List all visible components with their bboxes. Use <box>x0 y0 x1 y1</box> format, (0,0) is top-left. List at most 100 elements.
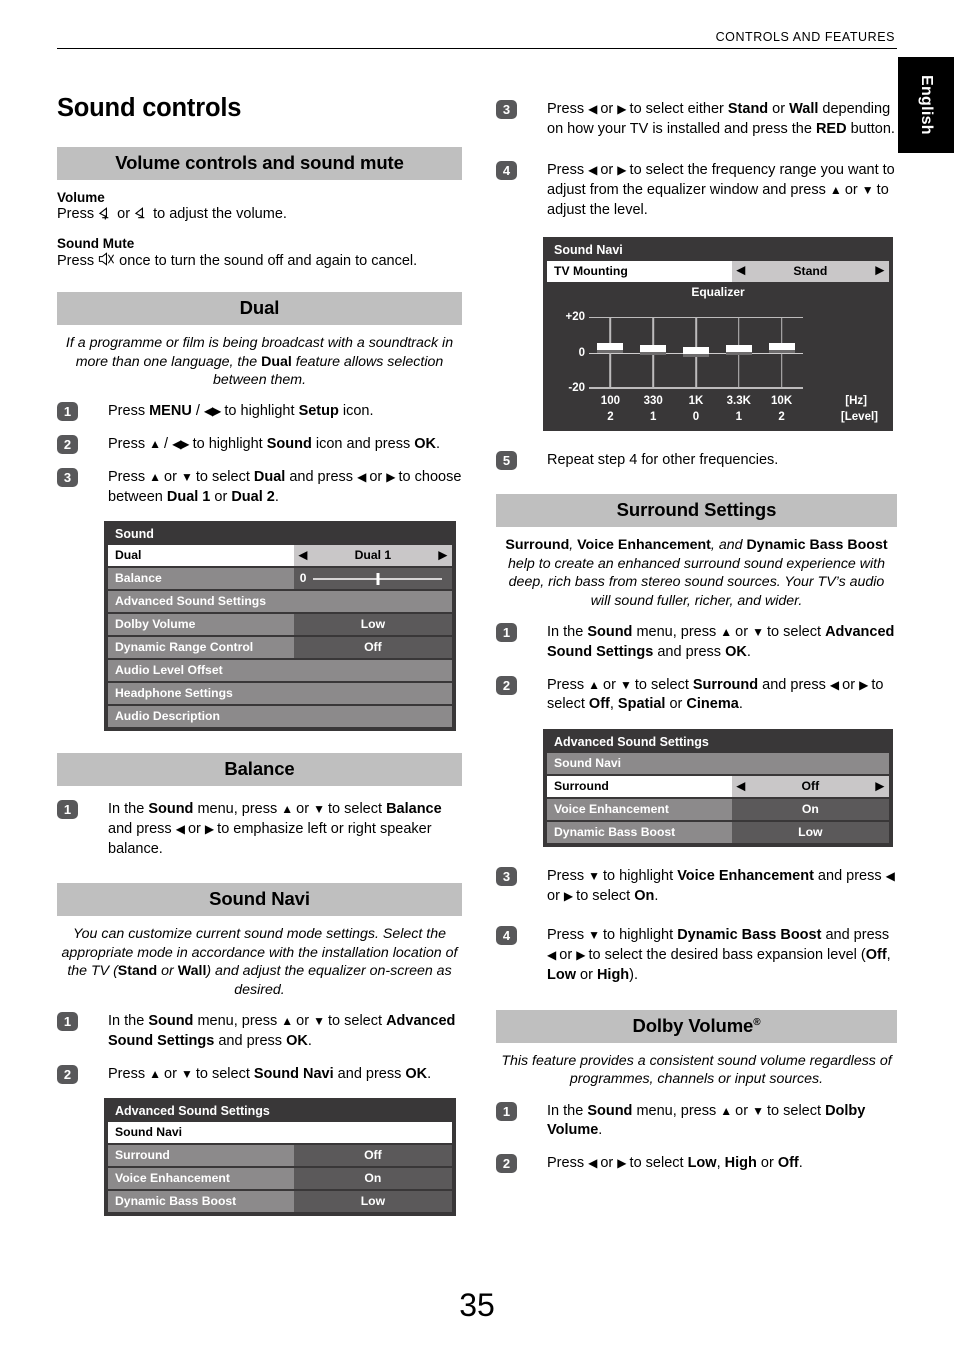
dual-steps: 1 Press MENU / ◀▶ to highlight Setup ico… <box>57 402 462 507</box>
equalizer-screenshot: Sound Navi TV Mounting ◀ Stand ▶ Equaliz… <box>543 236 893 431</box>
step-item: 2 Press ▲ or ▼ to select Surround and pr… <box>496 675 897 715</box>
volume-or-text: or <box>117 206 131 222</box>
step-item: 1 In the Sound menu, press ▲ or ▼ to sel… <box>496 1101 897 1141</box>
osd-row-value: On <box>293 1168 452 1190</box>
osd-title: Advanced Sound Settings <box>554 735 709 749</box>
mute-cancel-text: once to turn the sound off and again to … <box>119 252 418 269</box>
osd-row-value: On <box>731 799 889 820</box>
language-tab-label: English <box>918 75 935 135</box>
step-text: Press ▲ or ▼ to select Sound Navi and pr… <box>108 1065 432 1082</box>
osd-row-dynamic-range-control[interactable]: Dynamic Range Control Off <box>108 637 452 659</box>
chevron-right-icon: ▶ <box>875 780 884 792</box>
osd-row-label: Dynamic Bass Boost <box>547 822 732 843</box>
equalizer-level-label: 0 <box>692 410 700 423</box>
osd-row-label: Dynamic Bass Boost <box>108 1191 294 1213</box>
osd-row-audio-description[interactable]: Audio Description <box>108 706 452 728</box>
advanced-sound-settings-screenshot-right: Advanced Sound Settings Sound Navi Surro… <box>543 729 893 847</box>
osd-row-label: Voice Enhancement <box>547 799 732 820</box>
dual-intro-bold: Dual <box>261 353 292 370</box>
step-item: 5 Repeat step 4 for other frequencies. <box>496 450 897 471</box>
step-item: 1 In the Sound menu, press ▲ or ▼ to sel… <box>57 800 462 859</box>
osd-row-voice-enhancement[interactable]: Voice Enhancement On <box>547 799 889 820</box>
step-item: 3 Press ▼ to highlight Voice Enhancement… <box>496 867 897 906</box>
balance-slider-track[interactable] <box>313 572 442 585</box>
osd-row-label: Headphone Settings <box>108 683 452 705</box>
osd-row-value-wrap: ◀ Stand ▶ <box>731 260 889 282</box>
volume-instruction: Press or to adjust the volume. <box>57 205 462 226</box>
osd-row-voice-enhancement[interactable]: Voice Enhancement On <box>108 1168 452 1190</box>
osd-row-sound-navi[interactable]: Sound Navi <box>547 753 889 774</box>
step-item: 1 In the Sound menu, press ▲ or ▼ to sel… <box>57 1012 462 1051</box>
page-number: 35 <box>459 1287 495 1323</box>
step-text: Repeat step 4 for other frequencies. <box>547 451 779 468</box>
step-text: Press ◀ or ▶ to select the frequency ran… <box>547 162 895 218</box>
osd-row-advanced-sound-settings[interactable]: Advanced Sound Settings <box>108 591 452 613</box>
osd-row-label: Dual <box>108 545 294 567</box>
section-band-surround-settings: Surround Settings <box>496 494 897 528</box>
osd-row-dynamic-bass-boost[interactable]: Dynamic Bass Boost Low <box>108 1191 452 1213</box>
equalizer-frequency-ticks: 100 330 1K 3.3K 10K <box>589 395 803 410</box>
mute-icon <box>98 251 115 273</box>
equalizer-knob[interactable] <box>683 346 709 354</box>
osd-row-surround[interactable]: Surround Off <box>108 1145 452 1167</box>
sound-menu-screenshot: Sound Dual ◀ Dual 1 ▶ Balance 0 Advanced… <box>104 521 456 732</box>
osd-row-label: Sound Navi <box>108 1122 452 1144</box>
osd-row-label: Audio Description <box>108 706 452 728</box>
step-badge: 3 <box>496 867 517 886</box>
equalizer-knob[interactable] <box>640 344 667 352</box>
running-head: CONTROLS AND FEATURES <box>715 30 895 44</box>
equalizer-knob[interactable] <box>768 342 795 350</box>
osd-row-value: Low <box>293 614 452 636</box>
section-band-dual: Dual <box>57 292 462 326</box>
equalizer-y-mid: 0 <box>578 346 585 359</box>
osd-row-value: Low <box>293 1191 452 1213</box>
osd-row-tv-mounting[interactable]: TV Mounting ◀ Stand ▶ <box>547 260 889 282</box>
osd-row-dolby-volume[interactable]: Dolby Volume Low <box>108 614 452 636</box>
advanced-sound-settings-screenshot-left: Advanced Sound Settings Sound Navi Surro… <box>104 1098 456 1217</box>
osd-row-surround[interactable]: Surround ◀ Off ▶ <box>547 776 889 797</box>
osd-row-value-wrap: ◀ Dual 1 ▶ <box>293 545 452 567</box>
dual-intro: If a programme or film is being broadcas… <box>59 334 460 389</box>
sound-navi-intro: You can customize current sound mode set… <box>61 926 458 998</box>
dolby-volume-title: Dolby Volume <box>632 1014 754 1036</box>
chevron-right-icon: ▶ <box>875 264 884 277</box>
step-badge: 3 <box>496 100 517 119</box>
osd-row-value: Off <box>801 779 820 793</box>
osd-row-dynamic-bass-boost[interactable]: Dynamic Bass Boost Low <box>547 822 889 843</box>
dolby-intro: This feature provides a consistent sound… <box>501 1052 892 1088</box>
equalizer-knob[interactable] <box>725 344 752 352</box>
step-text: Press ◀ or ▶ to select either Stand or W… <box>547 101 895 137</box>
osd-row-label: Dynamic Range Control <box>108 637 294 659</box>
step-item: 2 Press ◀ or ▶ to select Low, High or Of… <box>496 1153 897 1174</box>
equalizer-frequency-label: 330 <box>643 394 663 407</box>
osd-row-headphone-settings[interactable]: Headphone Settings <box>108 683 452 705</box>
osd-row-label: Advanced Sound Settings <box>108 591 452 613</box>
step-text: Press ▲ or ▼ to select Dual and press ◀ … <box>108 468 462 505</box>
osd-row-dual[interactable]: Dual ◀ Dual 1 ▶ <box>108 545 452 567</box>
right-column: 3 Press ◀ or ▶ to select either Stand or… <box>496 86 897 1174</box>
volume-adjust-text: to adjust the volume. <box>153 206 287 222</box>
osd-row-sound-navi[interactable]: Sound Navi <box>108 1122 452 1144</box>
language-tab: English <box>898 57 954 153</box>
section-band-volume: Volume controls and sound mute <box>57 147 462 180</box>
chevron-left-icon: ◀ <box>736 780 746 792</box>
equalizer-level-values: 2 1 0 1 2 <box>589 411 803 425</box>
volume-down-icon <box>134 205 149 226</box>
step-badge: 2 <box>57 1064 78 1084</box>
mute-press-text: Press <box>57 252 95 269</box>
balance-slider-knob[interactable] <box>376 572 380 585</box>
osd-row-balance[interactable]: Balance 0 <box>108 568 452 590</box>
equalizer-caption: Equalizer <box>691 284 745 299</box>
chevron-right-icon: ▶ <box>438 549 447 562</box>
step-item: 2 Press ▲ or ▼ to select Sound Navi and … <box>57 1064 462 1085</box>
balance-value: 0 <box>299 571 307 586</box>
osd-row-value: Off <box>293 637 452 659</box>
step-text: Press ▼ to highlight Voice Enhancement a… <box>547 868 895 904</box>
step-badge: 2 <box>496 1153 517 1173</box>
equalizer-knob[interactable] <box>597 342 624 350</box>
equalizer-y-top: +20 <box>565 310 585 323</box>
osd-row-label: Surround <box>108 1145 294 1167</box>
osd-row-audio-level-offset[interactable]: Audio Level Offset <box>108 660 452 682</box>
osd-row-value: Off <box>293 1145 452 1167</box>
equalizer-level-unit: [Level] <box>840 410 878 423</box>
